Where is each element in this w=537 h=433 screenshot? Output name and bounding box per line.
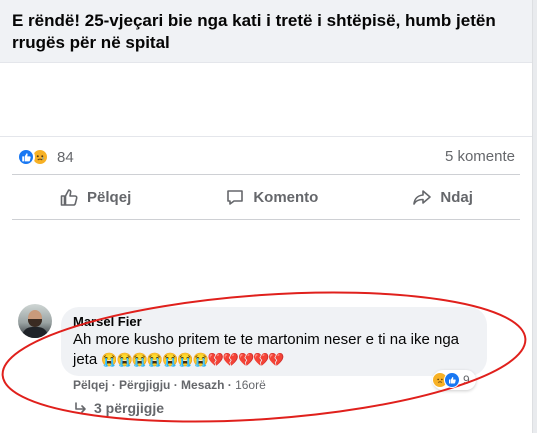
thumb-up-icon — [60, 189, 78, 206]
comment-time[interactable]: 16orë — [235, 378, 266, 392]
reactions-summary[interactable]: 84 — [17, 148, 74, 166]
like-icon — [444, 372, 460, 388]
comment-item: Marsel Fier Ah more kusho pritem te te m… — [18, 299, 518, 419]
comment-emojis: 😭😭😭😭😭😭😭💔💔💔💔💔 — [101, 352, 284, 367]
replies-count: 3 përgjigje — [94, 400, 165, 416]
like-icon — [17, 148, 35, 166]
like-button[interactable]: Pëlqej — [59, 187, 131, 207]
comment-label: Komento — [253, 188, 319, 206]
comment-text: Ah more kusho pritem te te martonim nese… — [73, 330, 475, 370]
reply-arrow-icon — [75, 402, 86, 413]
view-replies-link[interactable]: 3 përgjigje — [74, 400, 164, 416]
share-arrow-icon — [413, 190, 432, 205]
post-title[interactable]: E rëndë! 25-vjeçari bie nga kati i tretë… — [12, 10, 512, 54]
share-label: Ndaj — [440, 188, 473, 206]
avatar[interactable] — [18, 304, 52, 338]
comment-reaction-count: 9 — [463, 373, 470, 387]
comment-message-link[interactable]: Mesazh — [181, 378, 224, 392]
comment-author[interactable]: Marsel Fier — [73, 314, 475, 330]
link-preview[interactable]: E rëndë! 25-vjeçari bie nga kati i tretë… — [0, 0, 532, 63]
like-label: Pëlqej — [87, 188, 132, 206]
share-button[interactable]: Ndaj — [412, 187, 473, 207]
action-bar: Pëlqej Komento Ndaj — [12, 174, 520, 220]
speech-bubble-icon — [227, 190, 244, 205]
comment-bubble: Marsel Fier Ah more kusho pritem te te m… — [61, 307, 487, 376]
comment-meta: Pëlqej · Përgjigju · Mesazh · 16orë — [73, 378, 266, 392]
post-card: E rëndë! 25-vjeçari bie nga kati i tretë… — [0, 0, 533, 433]
comment-like-link[interactable]: Pëlqej — [73, 378, 108, 392]
comment-reply-link[interactable]: Përgjigju — [119, 378, 170, 392]
reaction-count: 84 — [57, 148, 74, 166]
comment-count-link[interactable]: 5 komente — [445, 148, 515, 165]
comment-reactions[interactable]: 9 — [432, 370, 476, 390]
post-stats: 84 5 komente — [0, 136, 532, 175]
comment-button[interactable]: Komento — [225, 187, 318, 207]
